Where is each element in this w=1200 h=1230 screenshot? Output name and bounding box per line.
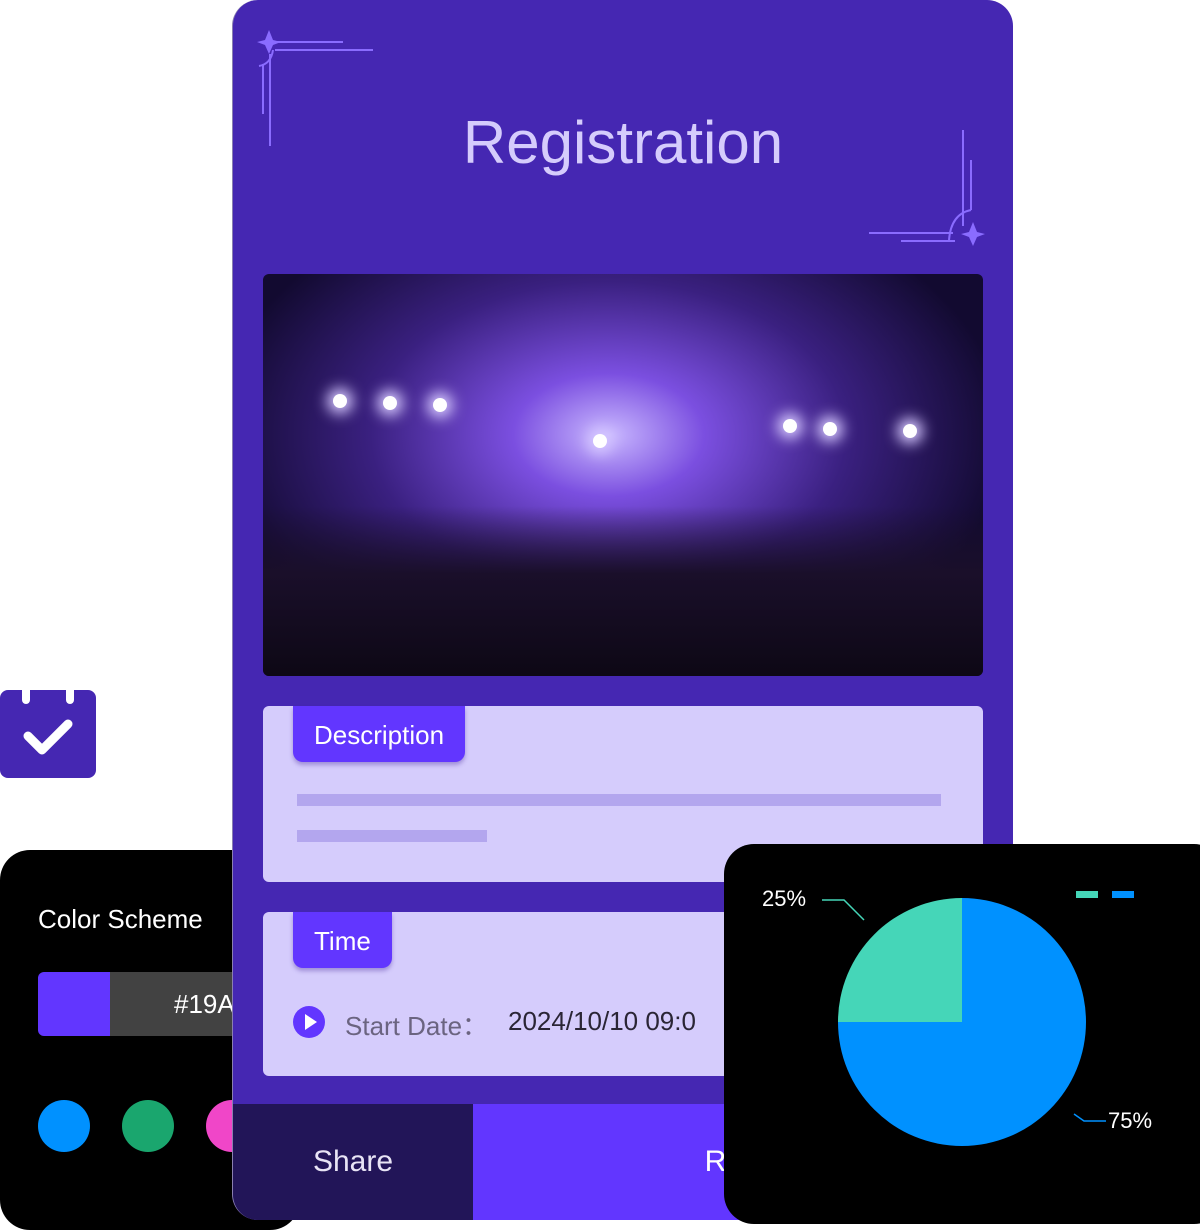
legend-swatch [1112, 891, 1134, 898]
slice-label: 75% [1108, 1108, 1153, 1133]
pie-slice [838, 898, 962, 1022]
check-icon [23, 719, 73, 755]
color-scheme-title: Color Scheme [38, 904, 203, 934]
concert-image [263, 274, 983, 676]
palette-color-blue[interactable] [38, 1100, 90, 1152]
start-date-value: 2024/10/10 09:0 [508, 1006, 696, 1036]
start-date-label: Start Date： [345, 1011, 489, 1041]
description-label: Description [293, 706, 466, 762]
legend-swatch [1076, 891, 1098, 898]
calendar-check-icon [0, 680, 96, 778]
text-placeholder-line [297, 794, 941, 806]
page-title: Registration [462, 109, 784, 176]
pie-chart-panel: 25% 75% [724, 844, 1200, 1224]
slice-label: 25% [762, 886, 807, 911]
primary-color-swatch[interactable] [38, 972, 110, 1036]
share-button[interactable]: Share [233, 1104, 473, 1220]
label-leader-line [822, 899, 865, 921]
palette-color-green[interactable] [122, 1100, 174, 1152]
text-placeholder-line [297, 830, 487, 842]
label-leader-line [1073, 1113, 1106, 1122]
time-label: Time [293, 912, 392, 968]
play-circle-icon [293, 1006, 325, 1038]
